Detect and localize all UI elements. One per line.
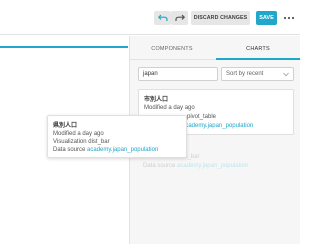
save-button[interactable]: SAVE <box>256 11 277 25</box>
sort-select[interactable]: Sort by recent <box>221 67 294 81</box>
undo-icon <box>157 14 168 21</box>
chevron-down-icon <box>283 72 289 77</box>
active-tab-indicator <box>216 58 300 60</box>
dragged-chart-card[interactable]: 県別人口 Modified a day ago Visualization di… <box>47 115 187 158</box>
dragged-card-datasource: Data source academy.japan_population <box>53 147 159 153</box>
redo-button[interactable] <box>171 11 188 25</box>
undo-button[interactable] <box>154 11 171 25</box>
sort-select-value: Sort by recent <box>226 71 264 77</box>
chart-card-datasource-link[interactable]: academy.japan_population <box>182 123 253 129</box>
dragged-card-title: 県別人口 <box>53 123 78 129</box>
drop-indicator <box>0 46 128 48</box>
chart-card-modified: Modified a day ago <box>144 105 195 111</box>
placeholder-datasource: Data source academy.japan_population <box>143 163 249 169</box>
discard-changes-button[interactable]: DISCARD CHANGES <box>191 11 250 25</box>
search-input[interactable]: japan <box>138 67 218 81</box>
more-options-icon[interactable] <box>282 14 296 22</box>
dashboard-header: DISCARD CHANGES SAVE <box>0 0 300 35</box>
chart-card-visualization: pivot_table <box>187 114 217 120</box>
redo-icon <box>174 14 185 21</box>
dragged-card-modified: Modified a day ago <box>53 131 104 137</box>
dragged-card-datasource-link[interactable]: academy.japan_population <box>87 147 158 153</box>
tab-charts[interactable]: CHARTS <box>216 40 300 58</box>
dragged-card-visualization: Visualization dist_bar <box>53 139 110 145</box>
chart-card-title: 市別人口 <box>144 97 169 103</box>
tab-components[interactable]: COMPONENTS <box>130 40 214 58</box>
